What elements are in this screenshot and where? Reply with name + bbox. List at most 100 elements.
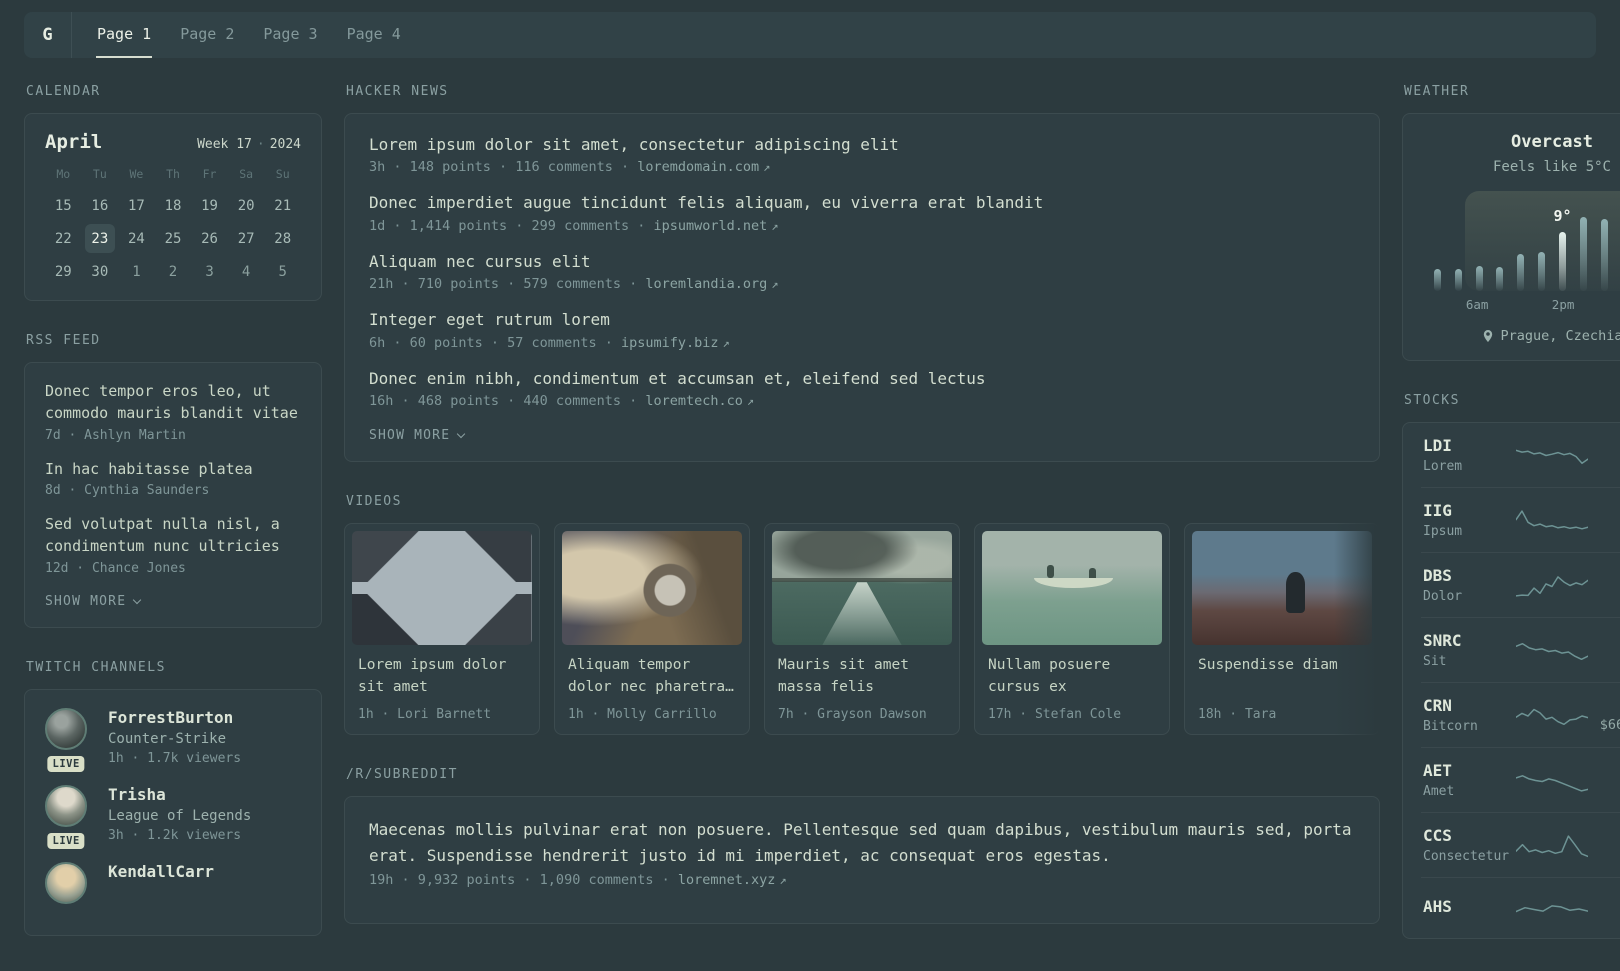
stock-price: $795.18 bbox=[1588, 457, 1620, 473]
channel-game-link[interactable]: League of Legends bbox=[108, 808, 251, 824]
twitch-channel[interactable]: LIVE ForrestBurton Counter-Strike 1h · 1… bbox=[45, 707, 301, 772]
logo[interactable]: G bbox=[24, 12, 72, 58]
calendar-day: 1 bbox=[132, 263, 141, 280]
stock-symbol: LDI bbox=[1423, 436, 1452, 455]
rss-item-link[interactable]: Donec tempor eros leo, ut commodo mauris… bbox=[45, 381, 301, 425]
location-pin-icon bbox=[1483, 330, 1492, 342]
calendar-week-year: Week 17 · 2024 bbox=[197, 137, 301, 152]
video-title: Suspendisse diam bbox=[1198, 656, 1338, 673]
hn-item: Donec enim nibh, condimentum et accumsan… bbox=[369, 368, 1355, 409]
weather-time-labels: 6am 2pm 10pm bbox=[1423, 297, 1620, 313]
rss-section-title: RSS FEED bbox=[26, 333, 101, 348]
stock-row: LDI Lorem +4.35% $795.18 bbox=[1421, 423, 1620, 487]
dashboard-content: CALENDAR April Week 17 · 2024 Mo Tu We Th … bbox=[0, 58, 1620, 971]
avatar-wrap: LIVE bbox=[45, 784, 91, 849]
twitch-section-title: TWITCH CHANNELS bbox=[26, 659, 166, 675]
stock-name: Amet bbox=[1423, 784, 1455, 799]
video-card[interactable]: Lorem ipsum dolor sit amet consectetu… 1… bbox=[344, 522, 540, 735]
channel-game-link[interactable]: Counter-Strike bbox=[108, 731, 241, 747]
calendar-day: 17 bbox=[127, 197, 145, 214]
stock-price: $66,171.48 bbox=[1599, 717, 1620, 733]
avatar bbox=[45, 861, 87, 904]
weather-bar bbox=[1433, 269, 1441, 291]
video-thumbnail bbox=[352, 530, 532, 645]
subreddit-section-title: /R/SUBREDDIT bbox=[346, 766, 458, 782]
hn-title-link[interactable]: Aliquam nec cursus elit bbox=[369, 251, 1355, 273]
video-card[interactable]: Nullam posuere cursus ex 17h · Stefan Co… bbox=[974, 522, 1170, 735]
stock-row: AHS +0.46% bbox=[1421, 877, 1620, 938]
middle-column: HACKER NEWS Lorem ipsum dolor sit amet, … bbox=[344, 84, 1380, 971]
tab-page-4[interactable]: Page 4 bbox=[346, 12, 402, 58]
channel-name-link[interactable]: KendallCarr bbox=[108, 862, 214, 881]
stock-price: $148.64 bbox=[1588, 652, 1620, 668]
weather-bar-current bbox=[1558, 232, 1566, 291]
current-temp-label: 9° bbox=[1553, 207, 1572, 225]
weather-card: Overcast Feels like 5°C 9° 6am 2pm Pragu… bbox=[1402, 113, 1620, 361]
twitch-card: LIVE ForrestBurton Counter-Strike 1h · 1… bbox=[24, 688, 322, 936]
weekday-label: Fr bbox=[202, 167, 217, 181]
external-link-icon: ↗ bbox=[746, 393, 755, 408]
video-card[interactable]: Suspendisse diam 18h · Tara bbox=[1184, 522, 1380, 735]
weekday-label: Th bbox=[166, 167, 180, 181]
weather-bar bbox=[1475, 265, 1483, 291]
videos-carousel: Lorem ipsum dolor sit amet consectetu… 1… bbox=[344, 522, 1380, 735]
calendar-grid: Mo Tu We Th Fr Sa Su 15 16 17 18 19 20 2… bbox=[45, 167, 301, 286]
hn-domain-link[interactable]: ipsumworld.net ↗ bbox=[653, 218, 778, 234]
tab-page-2[interactable]: Page 2 bbox=[179, 12, 235, 58]
video-card[interactable]: Aliquam tempor dolor nec pharetra… 1h · … bbox=[554, 522, 750, 735]
hn-item: Integer eget rutrum lorem 6h · 60 points… bbox=[369, 309, 1355, 350]
stock-change: +0.51% bbox=[1588, 827, 1620, 843]
video-meta: 17h · Stefan Cole bbox=[988, 706, 1122, 722]
tab-page-3[interactable]: Page 3 bbox=[262, 12, 318, 58]
video-thumbnail bbox=[562, 530, 742, 645]
subreddit-card: Maecenas mollis pulvinar erat non posuer… bbox=[344, 795, 1380, 924]
reddit-post-title-link[interactable]: Maecenas mollis pulvinar erat non posuer… bbox=[369, 817, 1355, 869]
weather-condition: Overcast bbox=[1511, 132, 1593, 152]
external-link-icon: ↗ bbox=[722, 335, 730, 350]
reddit-post: Maecenas mollis pulvinar erat non posuer… bbox=[369, 817, 1355, 888]
reddit-domain-link[interactable]: loremnet.xyz ↗ bbox=[678, 872, 787, 888]
calendar-day: 22 bbox=[54, 230, 72, 247]
rss-item-link[interactable]: In hac habitasse platea bbox=[45, 459, 301, 481]
twitch-channel[interactable]: LIVE Trisha League of Legends 3h · 1.2k … bbox=[45, 784, 301, 849]
stock-change: +4.35% bbox=[1588, 437, 1620, 453]
calendar-day: 3 bbox=[205, 263, 214, 280]
hn-domain-link[interactable]: loremlandia.org ↗ bbox=[645, 276, 778, 292]
calendar-day: 20 bbox=[237, 197, 255, 214]
hackernews-widget: HACKER NEWS Lorem ipsum dolor sit amet, … bbox=[344, 84, 1380, 462]
stock-sparkline bbox=[1516, 891, 1588, 925]
calendar-header: April Week 17 · 2024 bbox=[45, 131, 301, 153]
rss-item-link[interactable]: Sed volutpat nulla nisl, a condimentum n… bbox=[45, 514, 301, 558]
calendar-card: April Week 17 · 2024 Mo Tu We Th Fr Sa Su … bbox=[24, 113, 322, 301]
weather-bars bbox=[1427, 207, 1620, 291]
video-thumbnail bbox=[982, 530, 1162, 645]
hn-title-link[interactable]: Integer eget rutrum lorem bbox=[369, 309, 1355, 331]
hn-title-link[interactable]: Donec imperdiet augue tincidunt felis al… bbox=[369, 192, 1355, 214]
weather-bar bbox=[1517, 254, 1525, 291]
rss-show-more-button[interactable]: SHOW MORE bbox=[45, 592, 142, 615]
videos-widget: VIDEOS Lorem ipsum dolor sit amet consec… bbox=[344, 494, 1380, 735]
hn-title-link[interactable]: Donec enim nibh, condimentum et accumsan… bbox=[369, 368, 1355, 390]
hn-item: Donec imperdiet augue tincidunt felis al… bbox=[369, 192, 1355, 233]
hn-domain-link[interactable]: loremdomain.com ↗ bbox=[637, 159, 770, 175]
twitch-channel[interactable]: KendallCarr bbox=[45, 861, 301, 904]
weather-bar bbox=[1538, 252, 1546, 291]
calendar-day: 5 bbox=[278, 263, 287, 280]
stock-row: AET Amet +0.92% $499.72 bbox=[1421, 747, 1620, 812]
video-card[interactable]: Mauris sit amet massa felis 7h · Grayson… bbox=[764, 522, 960, 735]
weather-feels-like: Feels like 5°C bbox=[1492, 159, 1611, 175]
hn-domain-link[interactable]: loremtech.co ↗ bbox=[645, 393, 754, 409]
videos-section-title: VIDEOS bbox=[346, 493, 402, 509]
rss-item: In hac habitasse platea 8d · Cynthia Sau… bbox=[45, 459, 301, 499]
avatar-wrap bbox=[45, 861, 91, 904]
hn-show-more-button[interactable]: SHOW MORE bbox=[369, 426, 466, 449]
time-label: 2pm bbox=[1551, 297, 1575, 312]
channel-meta: 3h · 1.2k viewers bbox=[108, 827, 242, 843]
hn-title-link[interactable]: Lorem ipsum dolor sit amet, consectetur … bbox=[369, 134, 1355, 156]
tab-page-1[interactable]: Page 1 bbox=[96, 12, 153, 58]
video-title: Nullam posuere cursus ex bbox=[988, 656, 1111, 695]
channel-name-link[interactable]: ForrestBurton bbox=[108, 708, 241, 727]
channel-name-link[interactable]: Trisha bbox=[108, 785, 251, 804]
hn-domain-link[interactable]: ipsumify.biz ↗ bbox=[621, 335, 730, 351]
time-label: 6am bbox=[1465, 297, 1489, 312]
